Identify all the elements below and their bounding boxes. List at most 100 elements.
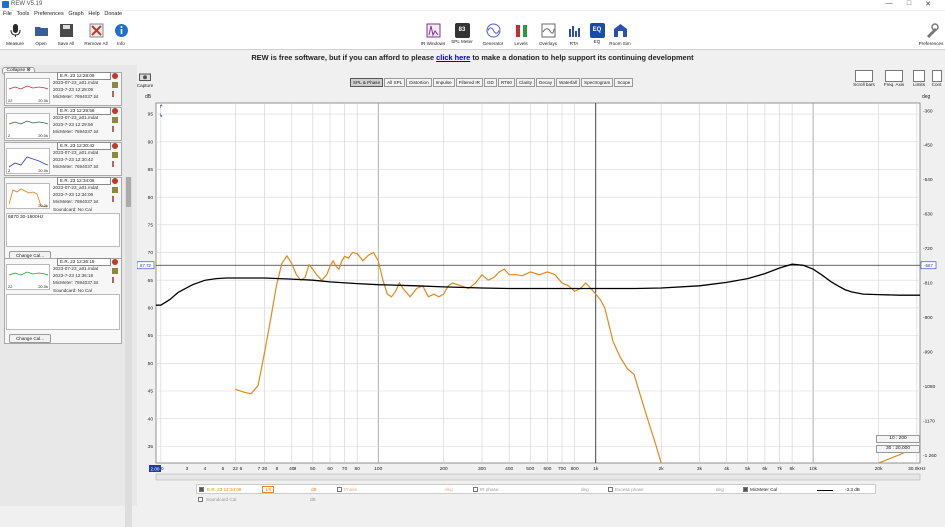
measure-button[interactable]: Measure xyxy=(2,23,28,46)
x-tick-label: 22 xyxy=(233,466,239,472)
measurement-edit-icon[interactable] xyxy=(112,91,114,97)
x-tick-label: 20k xyxy=(875,466,883,472)
remove-measurement-icon[interactable] xyxy=(112,259,118,265)
range-button-top[interactable]: 10 : 200 xyxy=(876,435,920,443)
meas-checkbox[interactable] xyxy=(199,487,204,492)
room-sim-button[interactable]: Room Sim xyxy=(607,23,633,46)
thumbnail-curve xyxy=(8,156,49,168)
measurement-card[interactable]: E.R. 23 12:29:56 2 20.0k 2023-07-23_a01.mda… xyxy=(4,107,122,141)
measurement-chart-icon[interactable] xyxy=(112,268,118,274)
open-button[interactable]: Open xyxy=(28,23,54,46)
soundcard-checkbox[interactable] xyxy=(198,497,203,502)
y-tick-label: 60 xyxy=(148,306,154,312)
menu-preferences[interactable]: Preferences xyxy=(34,11,64,17)
measurement-chart-icon[interactable] xyxy=(112,117,118,123)
measurement-edit-icon[interactable] xyxy=(112,161,114,167)
y-tick-label: 90 xyxy=(148,139,154,145)
change-cal-button[interactable]: Change Cal... xyxy=(9,334,51,343)
y2-cursor-label: -567 xyxy=(924,263,933,268)
measurement-thumbnail[interactable]: 22 20.0k xyxy=(6,264,50,290)
measurement-notes[interactable]: 6870 30-1600Hz xyxy=(6,213,120,247)
measurement-thumbnail[interactable]: 22 20.0k xyxy=(6,78,50,104)
save-all-button[interactable]: Save All xyxy=(53,23,79,46)
smoothing-badge[interactable]: 1/6 xyxy=(262,486,275,493)
y-tick-label: 85 xyxy=(148,167,154,173)
axis-nav-icon[interactable]: ↱ xyxy=(159,104,163,110)
measurement-card[interactable]: E.R. 23 12:28:09 22 20.0k 2023-07-23_a01.md… xyxy=(4,72,122,106)
room-sim-label: Room Sim xyxy=(609,41,631,46)
generator-button[interactable]: Generator xyxy=(480,23,506,46)
remove-measurement-icon[interactable] xyxy=(112,108,118,114)
measurement-edit-icon[interactable] xyxy=(112,126,114,132)
measurement-date: 2023-7-23 12:34:06 xyxy=(53,192,94,198)
grid xyxy=(155,102,921,464)
menu-graph[interactable]: Graph xyxy=(68,11,83,17)
menu-donate[interactable]: Donate xyxy=(104,11,122,17)
info-label: Info xyxy=(117,41,125,46)
ir-windows-button[interactable]: IR Windows xyxy=(420,23,446,46)
maximize-button[interactable]: □ xyxy=(903,0,915,7)
measurement-card[interactable]: E.R. 23 12:36:18 22 20.0k 2023-07-23_a01.md… xyxy=(4,258,122,344)
levels-icon xyxy=(515,25,527,37)
x-tick-label: 700 xyxy=(558,466,566,472)
excess-phase-checkbox[interactable] xyxy=(608,487,613,492)
y2-tick-label: -1170 xyxy=(923,418,935,424)
measurement-thumbnail[interactable]: 20.0k xyxy=(6,183,50,209)
x-tick-label: 200 xyxy=(440,466,448,472)
remove-measurement-icon[interactable] xyxy=(112,178,118,184)
x-tick-label: 8k xyxy=(790,466,796,472)
measurement-date: 2023-7-23 12:29:56 xyxy=(53,122,94,128)
remove-measurement-icon[interactable] xyxy=(112,73,118,79)
banner-text-before: REW is free software, but if you can aff… xyxy=(251,53,437,62)
measurement-thumbnail[interactable]: 2 20.0k xyxy=(6,148,50,174)
measurement-chart-icon[interactable] xyxy=(112,187,118,193)
remove-all-button[interactable]: Remove All xyxy=(83,23,109,46)
remove-measurement-icon[interactable] xyxy=(112,143,118,149)
thumb-axis-right: 20.0k xyxy=(38,284,48,289)
measurement-thumbnail[interactable]: 2 20.0k xyxy=(6,113,50,139)
close-button[interactable]: ✕ xyxy=(922,0,934,8)
measurement-chart-icon[interactable] xyxy=(112,82,118,88)
preferences-icon xyxy=(926,23,939,38)
menu-tools[interactable]: Tools xyxy=(17,11,30,17)
minimize-button[interactable]: — xyxy=(883,0,895,7)
info-button[interactable]: Info xyxy=(108,23,134,46)
x-tick-label: 600 xyxy=(543,466,551,472)
menu-help[interactable]: Help xyxy=(88,11,99,17)
x-start-label: 2.00 xyxy=(151,467,160,472)
thumb-axis-right: 20.0k xyxy=(38,98,48,103)
legend-soundcard-unit: dB xyxy=(310,497,316,502)
preferences-button[interactable]: Preferences xyxy=(918,23,944,46)
measurement-card[interactable]: E.R. 23 12:34:06 20.0k 2023-07-23_a01.mdat… xyxy=(4,177,122,261)
panel-scrollbar[interactable] xyxy=(125,177,132,527)
cal-checkbox[interactable] xyxy=(743,487,748,492)
donate-link[interactable]: click here xyxy=(436,53,470,62)
remove-all-label: Remove All xyxy=(84,41,108,46)
range-button-bottom[interactable]: 30 : 20,000 xyxy=(876,445,920,453)
measurement-edit-icon[interactable] xyxy=(112,277,114,283)
y-tick-label: 70 xyxy=(148,250,154,256)
menu-file[interactable]: File xyxy=(3,11,12,17)
phase-checkbox[interactable] xyxy=(337,487,342,492)
thumbnail-curve xyxy=(8,120,49,125)
measurement-card[interactable]: E.R. 23 12:30:42 2 20.0k 2023-07-23_a01.mda… xyxy=(4,142,122,176)
measure-label: Measure xyxy=(6,41,24,46)
measurement-date: 2023-7-23 12:30:42 xyxy=(53,157,94,163)
measurement-chart-icon[interactable] xyxy=(112,152,118,158)
legend-phase: Phase xyxy=(344,487,358,492)
ir-phase-checkbox[interactable] xyxy=(473,487,478,492)
thumbnail-curve xyxy=(8,85,49,90)
measurement-edit-icon[interactable] xyxy=(112,196,114,202)
measurement-date: 2023-7-23 12:36:18 xyxy=(53,273,94,279)
measurement-cal: MicMeter: 7694037.txt xyxy=(53,280,99,286)
spl-phase-graph[interactable]: 1022304050607080100200300400500600700800… xyxy=(137,67,945,487)
x-tick-label-low: 5 xyxy=(222,466,225,472)
axis-nav-icon[interactable]: ↳ xyxy=(159,113,163,119)
levels-button[interactable]: Levels xyxy=(508,23,534,46)
x-scrollbar[interactable] xyxy=(155,473,921,481)
measurement-notes[interactable] xyxy=(6,294,120,330)
spl-meter-button[interactable]: 83 SPL Meter xyxy=(449,23,475,44)
y2-tick-label: -900 xyxy=(923,315,933,321)
overlays-button[interactable]: Overlays xyxy=(535,23,561,46)
thumb-axis-left: 2 xyxy=(8,168,11,173)
